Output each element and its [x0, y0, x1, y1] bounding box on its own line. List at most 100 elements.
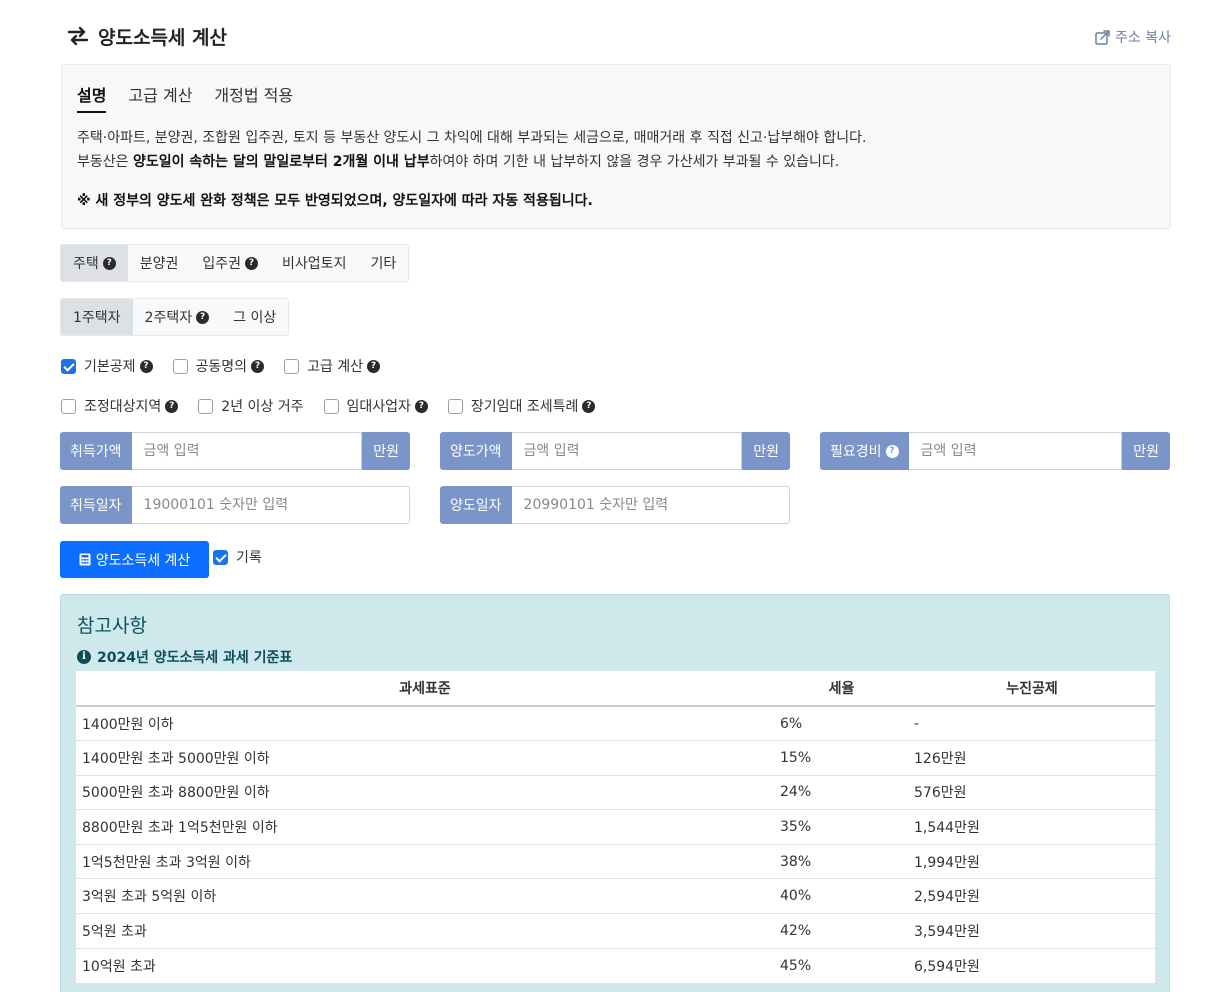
transfer-price-group: 양도가액 만원 — [440, 432, 790, 470]
tab-0[interactable]: 설명 — [77, 82, 107, 113]
property-type-button-2[interactable]: 입주권? — [190, 245, 270, 281]
help-icon[interactable]: ? — [885, 444, 899, 458]
checkbox-label-wrap: 장기임대 조세특례? — [471, 396, 596, 416]
record-label: 기록 — [236, 550, 262, 566]
owner-count-button-0[interactable]: 1주택자 — [61, 299, 133, 335]
deduction-cell: 3,594만원 — [909, 913, 1155, 949]
table-header-row: 과세표준 세율 누진공제 — [76, 671, 1155, 707]
checkbox-box[interactable] — [323, 398, 339, 414]
deduction-cell: - — [909, 705, 1155, 741]
copy-address-label: 주소 복사 — [1115, 30, 1171, 46]
table-row: 5000만원 초과 8800만원 이하 24% 576만원 — [76, 774, 1155, 810]
tax-base-cell: 10억원 초과 — [76, 947, 774, 983]
option-checkbox-options-row1-1[interactable]: 공동명의? — [172, 356, 265, 376]
checkbox-box[interactable] — [61, 398, 76, 414]
tax-rate-cell: 38% — [774, 843, 909, 879]
record-checkbox-box[interactable] — [213, 549, 228, 565]
option-checkbox-options-row2-0[interactable]: 조정대상지역? — [61, 396, 179, 416]
checkbox-label-wrap: 임대사업자? — [347, 396, 428, 416]
table-row: 1400만원 이하 6% - — [76, 705, 1155, 741]
checkbox-box[interactable] — [61, 358, 76, 374]
checkbox-label: 고급 계산 — [307, 359, 364, 375]
help-icon[interactable]: ? — [582, 399, 596, 413]
acquisition-date-label: 취득일자 — [60, 486, 132, 524]
acquisition-price-group: 취득가액 만원 — [60, 432, 410, 470]
table-row: 5억원 초과 42% 3,594만원 — [76, 913, 1155, 949]
owner-count-group: 1주택자 2주택자? 그 이상 — [60, 298, 290, 336]
owner-count-label: 그 이상 — [233, 310, 277, 326]
tab-1[interactable]: 고급 계산 — [128, 82, 192, 113]
option-checkbox-options-row2-2[interactable]: 임대사업자? — [323, 396, 428, 416]
checkbox-label: 2년 이상 거주 — [221, 399, 304, 415]
record-checkbox[interactable]: 기록 — [213, 547, 262, 567]
table-row: 8800만원 초과 1억5천만원 이하 35% 1,544만원 — [76, 809, 1155, 845]
owner-count-button-1[interactable]: 2주택자? — [133, 299, 222, 335]
calculate-button[interactable]: 양도소득세 계산 — [60, 541, 209, 578]
checkbox-box[interactable] — [198, 398, 214, 414]
owner-count-button-2[interactable]: 그 이상 — [221, 299, 288, 335]
checkbox-label: 공동명의 — [195, 359, 248, 375]
option-checkbox-options-row2-1[interactable]: 2년 이상 거주 — [198, 396, 304, 416]
checkbox-label: 기본공제 — [84, 359, 136, 375]
swap-arrows-icon — [67, 26, 89, 46]
owner-count-label: 2주택자 — [144, 310, 193, 326]
tax-rate-cell: 6% — [774, 705, 909, 741]
share-icon — [1095, 30, 1110, 45]
help-icon[interactable]: ? — [251, 359, 265, 373]
option-checkbox-options-row1-2[interactable]: 고급 계산? — [284, 356, 381, 376]
property-type-button-4[interactable]: 기타 — [358, 245, 408, 281]
transfer-price-label: 양도가액 — [440, 432, 512, 470]
property-type-button-1[interactable]: 분양권 — [128, 245, 191, 281]
tax-base-cell: 8800만원 초과 1억5천만원 이하 — [76, 809, 774, 845]
property-type-label: 분양권 — [139, 256, 179, 272]
property-type-label: 입주권 — [202, 256, 242, 272]
description-panel: 설명 고급 계산 개정법 적용 주택·아파트, 분양권, 조합원 입주권, 토지 등… — [61, 64, 1171, 229]
checkbox-label-wrap: 조정대상지역? — [84, 396, 179, 416]
copy-address-link[interactable]: 주소 복사 — [1094, 27, 1171, 47]
description-line-1: 주택·아파트, 분양권, 조합원 입주권, 토지 등 부동산 양도시 그 차익에… — [77, 130, 867, 146]
checkbox-box[interactable] — [284, 358, 300, 374]
option-checkbox-options-row2-3[interactable]: 장기임대 조세특례? — [447, 396, 596, 416]
transfer-price-input[interactable] — [511, 432, 743, 470]
acquisition-date-input[interactable] — [131, 486, 410, 524]
checkbox-label-wrap: 고급 계산? — [307, 356, 381, 376]
acquisition-price-unit: 만원 — [362, 432, 410, 470]
tax-base-cell: 3억원 초과 5억원 이하 — [76, 878, 774, 914]
column-header-rate: 세율 — [774, 671, 909, 707]
expenses-input[interactable] — [908, 432, 1123, 470]
expenses-label: 필요경비? — [820, 432, 909, 470]
help-icon[interactable]: ? — [196, 310, 210, 324]
description-text: 주택·아파트, 분양권, 조합원 입주권, 토지 등 부동산 양도시 그 차익에… — [77, 126, 866, 174]
column-header-deduction: 누진공제 — [909, 671, 1155, 707]
property-type-button-0[interactable]: 주택? — [61, 245, 128, 281]
property-type-label: 비사업토지 — [282, 256, 347, 272]
tax-base-cell: 1400만원 초과 5000만원 이하 — [76, 740, 774, 776]
tax-rate-cell: 24% — [774, 774, 909, 810]
acquisition-price-input[interactable] — [131, 432, 363, 470]
tax-rate-cell: 35% — [774, 809, 909, 845]
transfer-date-group: 양도일자 — [440, 486, 790, 524]
checkbox-box[interactable] — [447, 398, 463, 414]
deduction-cell: 1,544만원 — [909, 809, 1155, 845]
acquisition-date-group: 취득일자 — [60, 486, 410, 524]
transfer-date-label: 양도일자 — [440, 486, 512, 524]
option-checkbox-options-row1-0[interactable]: 기본공제? — [61, 356, 153, 376]
property-type-button-3[interactable]: 비사업토지 — [270, 245, 358, 281]
tax-base-cell: 1억5천만원 초과 3억원 이하 — [76, 843, 774, 879]
help-icon[interactable]: ? — [102, 256, 116, 270]
help-icon[interactable]: ? — [367, 359, 381, 373]
payment-deadline: 양도일이 속하는 달의 말일로부터 2개월 이내 납부 — [132, 154, 430, 170]
checkbox-box[interactable] — [172, 358, 188, 374]
help-icon[interactable]: ? — [245, 256, 259, 270]
help-icon[interactable]: ? — [139, 359, 153, 373]
property-type-label: 기타 — [370, 256, 397, 272]
tab-2[interactable]: 개정법 적용 — [214, 82, 293, 113]
tax-rate-cell: 40% — [774, 878, 909, 914]
policy-note: ※ 새 정부의 양도세 완화 정책은 모두 반영되었으며, 양도일자에 따라 자… — [77, 193, 593, 209]
checkbox-label-wrap: 2년 이상 거주 — [221, 396, 303, 416]
help-icon[interactable]: ? — [165, 399, 179, 413]
deduction-cell: 2,594만원 — [909, 878, 1155, 914]
transfer-date-input[interactable] — [511, 486, 790, 524]
help-icon[interactable]: ? — [414, 399, 428, 413]
tax-rate-table: 과세표준 세율 누진공제 1400만원 이하 6% -1400만원 초과 5000만… — [76, 671, 1155, 983]
